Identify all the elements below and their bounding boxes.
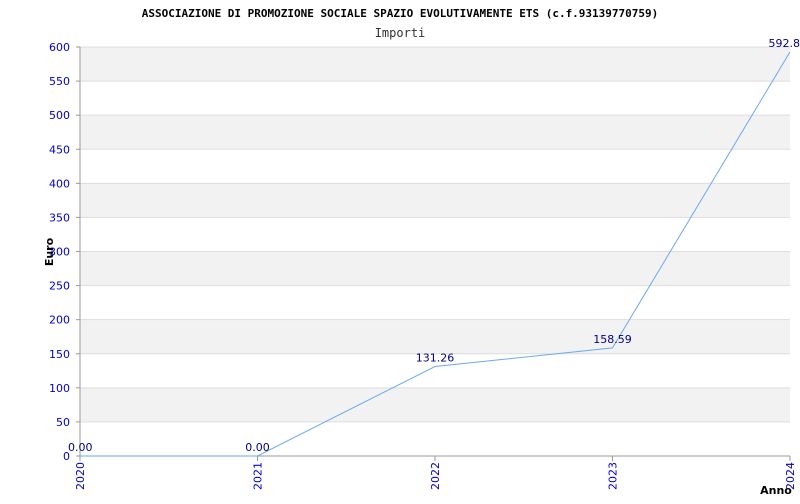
x-axis-title: Anno	[760, 484, 792, 497]
x-tick-label: 2021	[252, 462, 265, 490]
x-tick-label: 2022	[429, 462, 442, 490]
grid-band	[80, 422, 790, 456]
y-tick-label: 100	[49, 382, 70, 395]
grid-band	[80, 286, 790, 320]
y-tick-label: 50	[56, 416, 70, 429]
y-tick-label: 200	[49, 314, 70, 327]
data-label: 158.59	[593, 333, 632, 346]
data-label: 592.8	[769, 37, 800, 50]
grid-band	[80, 115, 790, 149]
y-tick-label: 550	[49, 75, 70, 88]
y-tick-label: 400	[49, 177, 70, 190]
chart-container: 050100150200250300350400450500550600 202…	[0, 0, 800, 500]
y-tick-label: 350	[49, 211, 70, 224]
grid-band	[80, 217, 790, 251]
chart-title: ASSOCIAZIONE DI PROMOZIONE SOCIALE SPAZI…	[142, 7, 659, 20]
data-label: 131.26	[416, 352, 455, 365]
grid-band	[80, 388, 790, 422]
y-tick-label: 450	[49, 143, 70, 156]
y-tick-label: 150	[49, 348, 70, 361]
grid-band	[80, 81, 790, 115]
y-tick-label: 500	[49, 109, 70, 122]
grid-band	[80, 320, 790, 354]
data-label: 0.00	[245, 441, 270, 454]
y-axis-title: Euro	[43, 237, 56, 266]
grid-band	[80, 252, 790, 286]
grid-band	[80, 47, 790, 81]
x-tick-label: 2023	[607, 462, 620, 490]
line-chart: 050100150200250300350400450500550600 202…	[0, 0, 800, 500]
grid-band	[80, 149, 790, 183]
y-tick-label: 600	[49, 41, 70, 54]
grid-band	[80, 183, 790, 217]
y-tick-label: 250	[49, 280, 70, 293]
x-tick-label: 2020	[74, 462, 87, 490]
x-axis-ticks: 20202021202220232024	[74, 456, 797, 490]
chart-subtitle: Importi	[375, 26, 426, 40]
data-label: 0.00	[68, 441, 93, 454]
